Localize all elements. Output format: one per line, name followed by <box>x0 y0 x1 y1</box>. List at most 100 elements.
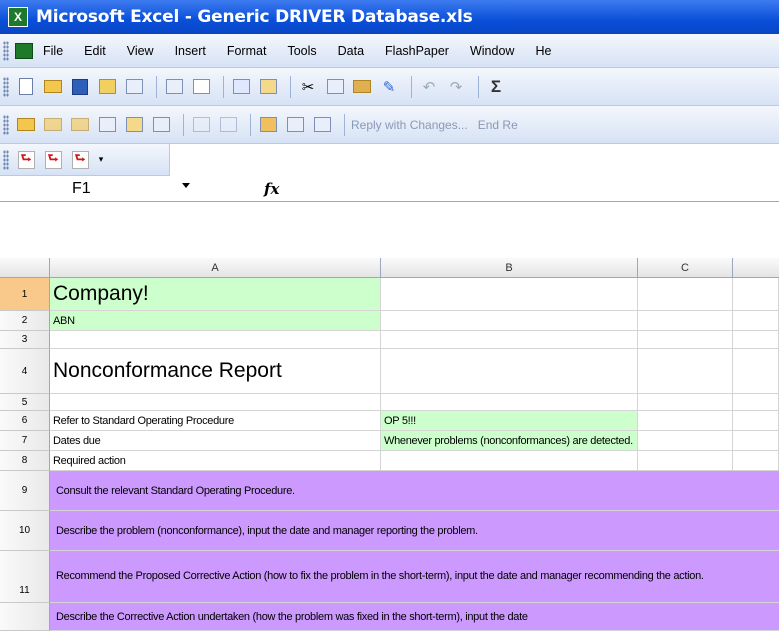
permission-icon[interactable] <box>96 76 118 98</box>
toolbar-grip[interactable] <box>3 76 9 97</box>
row-header[interactable]: 11 <box>0 551 50 603</box>
cell[interactable] <box>733 331 779 349</box>
folder-icon[interactable] <box>69 114 91 136</box>
cell[interactable] <box>381 349 638 394</box>
toolbar-grip[interactable] <box>3 114 9 135</box>
cell[interactable] <box>733 451 779 471</box>
cell[interactable]: Refer to Standard Operating Procedure <box>50 411 381 431</box>
menu-window[interactable]: Window <box>470 44 514 58</box>
menu-data[interactable]: Data <box>338 44 364 58</box>
row-header[interactable]: 2 <box>0 311 50 331</box>
end-review-button[interactable]: End Re <box>478 118 518 132</box>
menu-file[interactable]: File <box>43 44 63 58</box>
document-icon[interactable] <box>150 114 172 136</box>
reject-icon[interactable] <box>311 114 333 136</box>
cell[interactable]: Describe the problem (nonconformance), i… <box>50 511 779 551</box>
cell[interactable] <box>381 278 638 311</box>
select-all-button[interactable] <box>0 258 50 278</box>
name-box[interactable]: F1 <box>0 178 182 200</box>
track-changes-icon[interactable] <box>257 114 279 136</box>
menu-edit[interactable]: Edit <box>84 44 106 58</box>
autosum-icon[interactable]: Σ <box>485 76 507 98</box>
cell[interactable] <box>381 311 638 331</box>
menu-flashpaper[interactable]: FlashPaper <box>385 44 449 58</box>
workbook-icon[interactable] <box>15 42 33 59</box>
cell[interactable] <box>733 349 779 394</box>
row-header[interactable]: 10 <box>0 511 50 551</box>
menu-view[interactable]: View <box>127 44 154 58</box>
cell[interactable] <box>638 349 733 394</box>
menu-tools[interactable]: Tools <box>287 44 316 58</box>
cell[interactable] <box>638 311 733 331</box>
folder-icon[interactable] <box>42 114 64 136</box>
row-header[interactable]: 7 <box>0 431 50 451</box>
cell[interactable]: Dates due <box>50 431 381 451</box>
row-header[interactable]: 4 <box>0 349 50 394</box>
cell[interactable] <box>733 411 779 431</box>
share-icon[interactable] <box>123 114 145 136</box>
cell[interactable]: Describe the Corrective Action undertake… <box>50 603 779 631</box>
accept-icon[interactable] <box>284 114 306 136</box>
menu-format[interactable]: Format <box>227 44 267 58</box>
cut-icon[interactable]: ✂ <box>297 76 319 98</box>
name-box-dropdown-icon[interactable] <box>182 183 190 188</box>
row-header[interactable]: 3 <box>0 331 50 349</box>
cell[interactable]: OP 5!!! <box>381 411 638 431</box>
cell[interactable] <box>733 311 779 331</box>
window-icon[interactable] <box>96 114 118 136</box>
toolbar-grip[interactable] <box>3 40 9 61</box>
comment-icon[interactable] <box>190 114 212 136</box>
undo-icon[interactable]: ↶ <box>418 76 440 98</box>
menu-insert[interactable]: Insert <box>175 44 206 58</box>
cell[interactable]: Whenever problems (nonconformances) are … <box>381 431 638 451</box>
cell[interactable] <box>381 451 638 471</box>
cell[interactable] <box>638 411 733 431</box>
cell[interactable] <box>381 394 638 411</box>
row-header[interactable]: 5 <box>0 394 50 411</box>
cell[interactable] <box>733 431 779 451</box>
toolbar-grip[interactable] <box>3 149 9 170</box>
research-icon[interactable] <box>257 76 279 98</box>
row-header[interactable] <box>0 603 50 631</box>
cell[interactable]: Consult the relevant Standard Operating … <box>50 471 779 511</box>
column-header-b[interactable]: B <box>381 258 638 278</box>
toolbar-options-icon[interactable]: ▾ <box>96 149 106 171</box>
cell[interactable] <box>638 431 733 451</box>
cell[interactable] <box>381 331 638 349</box>
cell[interactable] <box>638 331 733 349</box>
column-header-a[interactable]: A <box>50 258 381 278</box>
email-icon[interactable] <box>123 76 145 98</box>
row-header[interactable]: 6 <box>0 411 50 431</box>
open-folder-icon[interactable] <box>42 76 64 98</box>
row-header[interactable]: 1 <box>0 278 50 311</box>
pdf-review-icon[interactable]: ⮑ <box>69 149 91 171</box>
cell[interactable]: Company! <box>50 278 381 311</box>
menu-help[interactable]: He <box>535 44 551 58</box>
cell[interactable] <box>638 451 733 471</box>
cell[interactable] <box>733 394 779 411</box>
reply-with-changes-button[interactable]: Reply with Changes... <box>351 118 468 132</box>
print-icon[interactable] <box>163 76 185 98</box>
save-icon[interactable] <box>69 76 91 98</box>
excel-icon[interactable]: X <box>8 7 28 27</box>
print-preview-icon[interactable] <box>190 76 212 98</box>
format-painter-icon[interactable]: ✎ <box>378 76 400 98</box>
pdf-email-icon[interactable]: ⮑ <box>42 149 64 171</box>
folder-icon[interactable] <box>15 114 37 136</box>
row-header[interactable]: 8 <box>0 451 50 471</box>
row-header[interactable]: 9 <box>0 471 50 511</box>
spelling-icon[interactable] <box>230 76 252 98</box>
insert-function-icon[interactable]: fx <box>264 180 279 198</box>
pdf-convert-icon[interactable]: ⮑ <box>15 149 37 171</box>
copy-icon[interactable] <box>324 76 346 98</box>
cell[interactable] <box>50 394 381 411</box>
cell[interactable]: ABN <box>50 311 381 331</box>
new-document-icon[interactable] <box>15 76 37 98</box>
cell[interactable]: Recommend the Proposed Corrective Action… <box>50 551 779 603</box>
redo-icon[interactable]: ↷ <box>445 76 467 98</box>
column-header-c[interactable]: C <box>638 258 733 278</box>
cell[interactable] <box>638 394 733 411</box>
cell[interactable]: Required action <box>50 451 381 471</box>
cell[interactable] <box>638 278 733 311</box>
delete-comment-icon[interactable] <box>217 114 239 136</box>
